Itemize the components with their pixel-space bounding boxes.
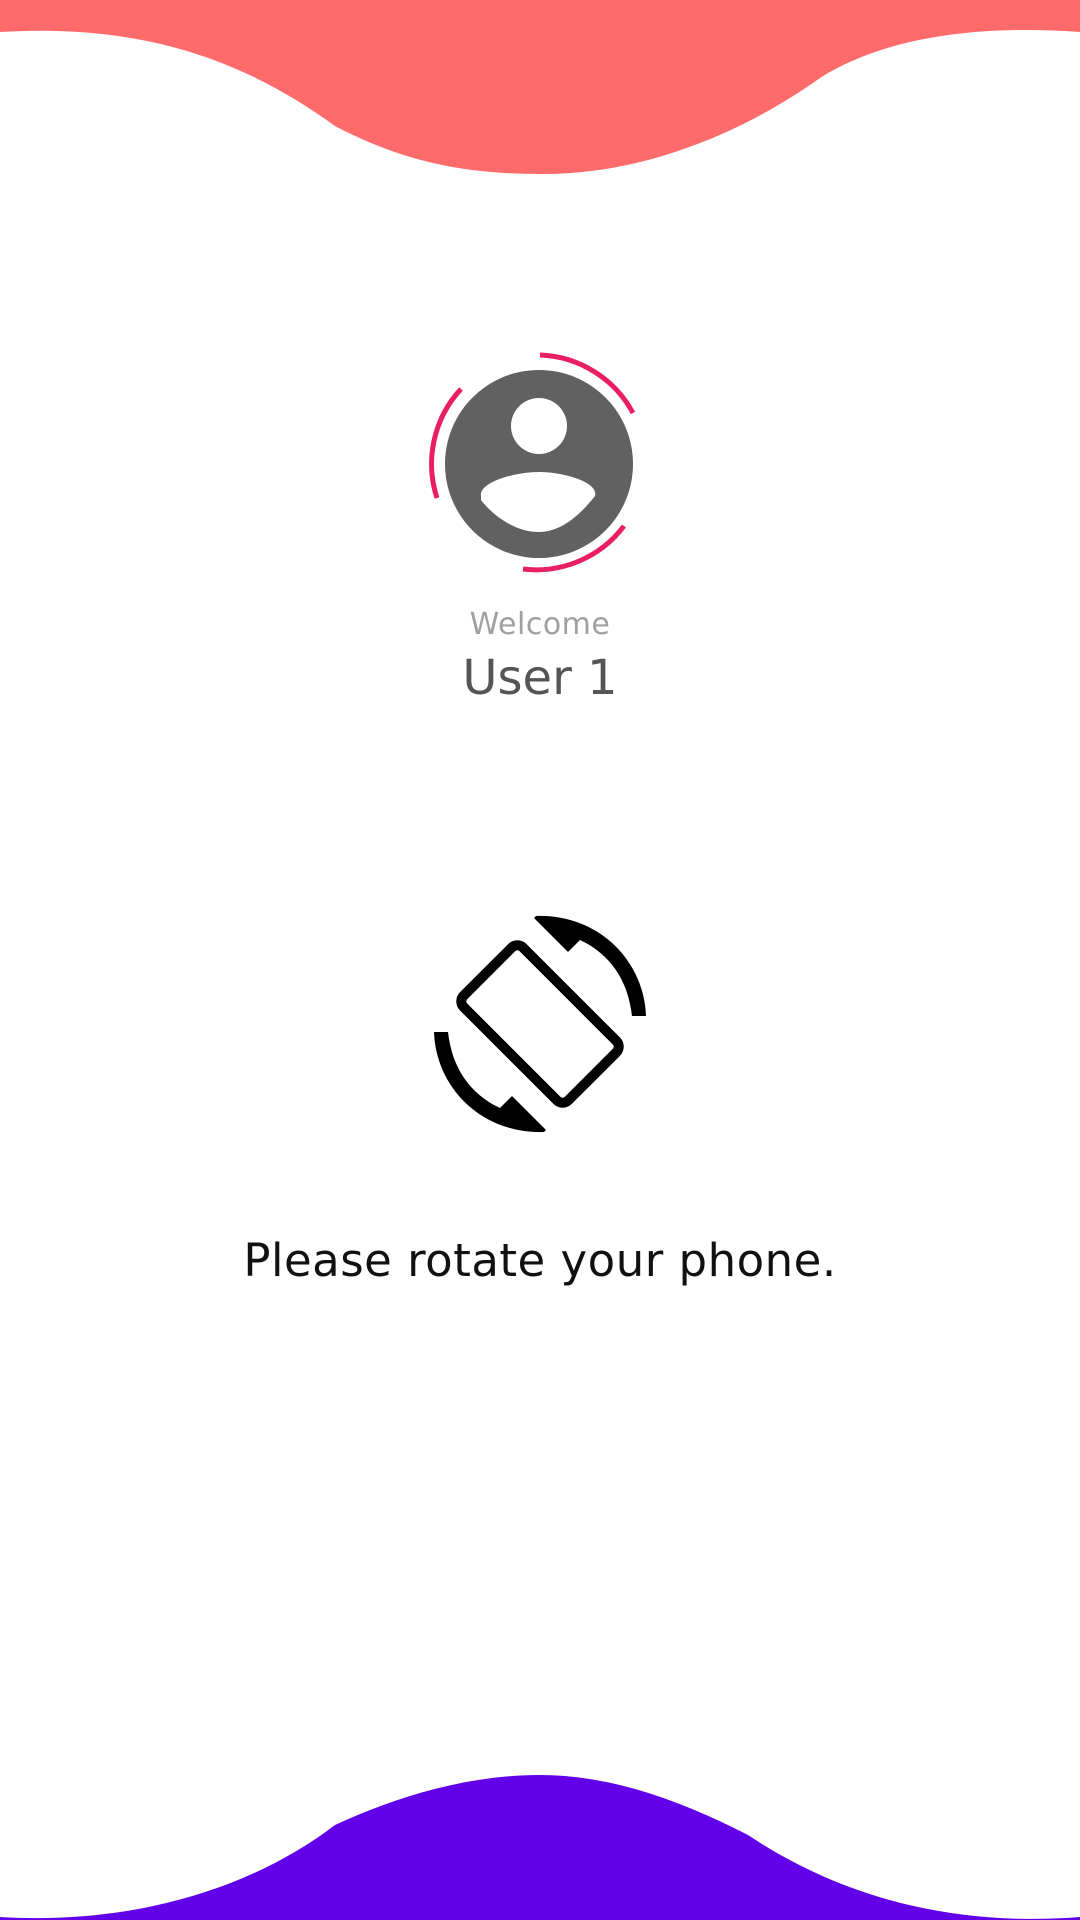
bottom-wave-decoration	[0, 1775, 1080, 1920]
welcome-label: Welcome	[469, 607, 611, 642]
rotate-phone-message: Please rotate your phone.	[243, 1234, 837, 1287]
user-avatar	[425, 350, 655, 580]
username-label: User 1	[462, 650, 618, 706]
top-wave-decoration	[0, 0, 1080, 175]
screen-rotation-icon	[428, 912, 652, 1136]
account-circle-icon	[429, 352, 636, 573]
rotate-phone-screen: Welcome User 1 Please rotate your phone.	[0, 0, 1080, 1920]
